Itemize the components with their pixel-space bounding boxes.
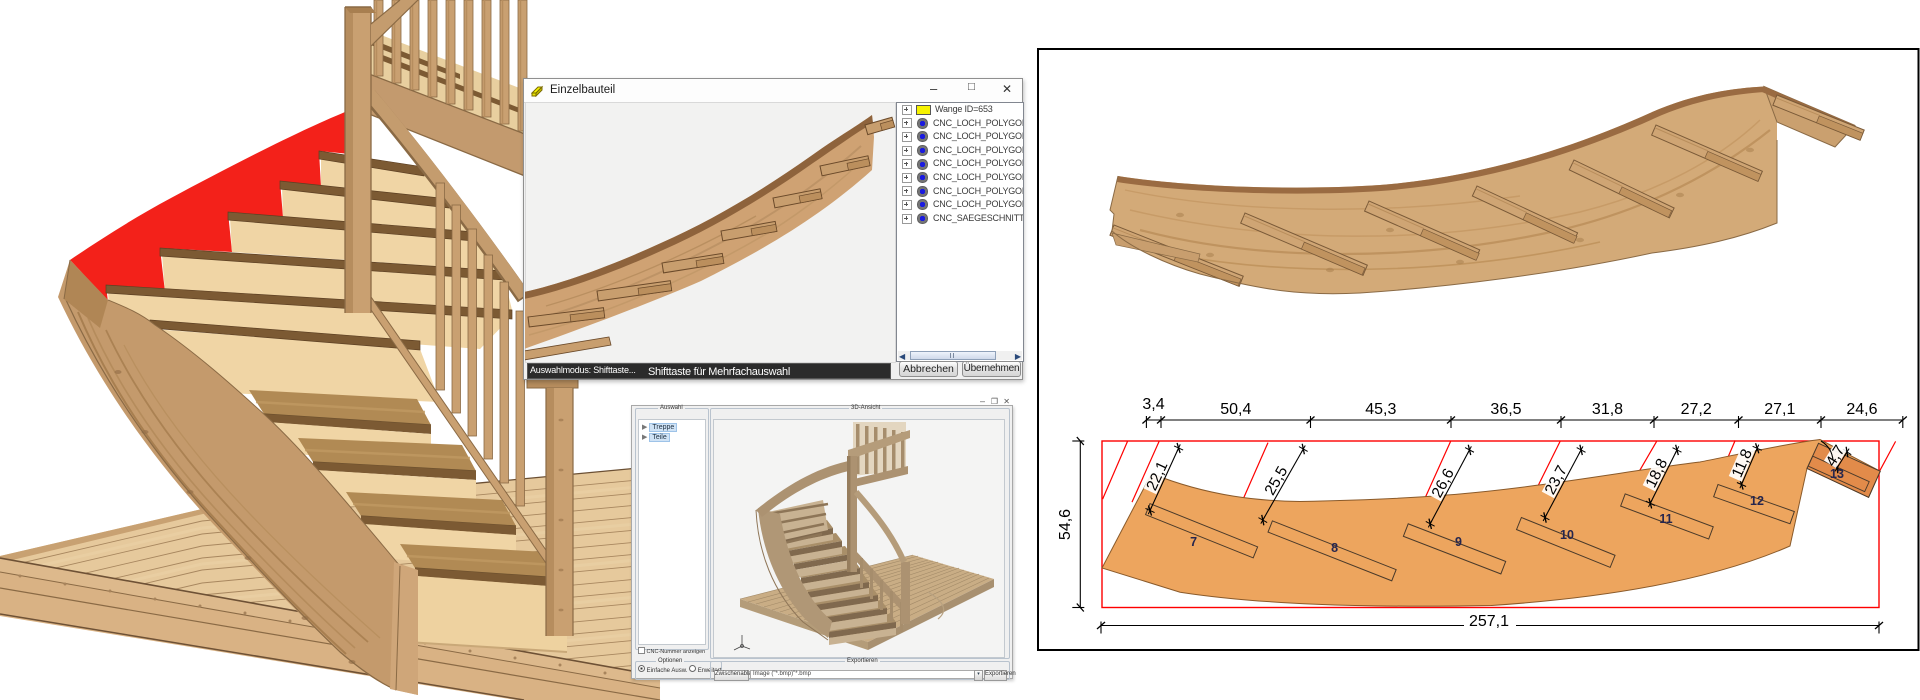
svg-text:10: 10 [1560, 528, 1574, 542]
svg-text:7: 7 [1190, 535, 1197, 549]
svg-text:45,3: 45,3 [1365, 401, 1396, 418]
svg-text:257,1: 257,1 [1469, 613, 1509, 630]
svg-text:24,6: 24,6 [1846, 401, 1877, 418]
svg-text:31,8: 31,8 [1592, 401, 1623, 418]
svg-text:27,2: 27,2 [1681, 401, 1712, 418]
svg-text:50,4: 50,4 [1220, 401, 1251, 418]
svg-text:36,5: 36,5 [1490, 401, 1521, 418]
svg-text:12: 12 [1750, 494, 1764, 508]
svg-text:27,1: 27,1 [1764, 401, 1795, 418]
svg-text:9: 9 [1455, 535, 1462, 549]
svg-text:11: 11 [1659, 512, 1672, 526]
svg-text:3,4: 3,4 [1142, 396, 1164, 413]
svg-text:54,6: 54,6 [1057, 509, 1074, 540]
svg-text:13: 13 [1830, 467, 1844, 481]
svg-text:8: 8 [1331, 541, 1338, 555]
